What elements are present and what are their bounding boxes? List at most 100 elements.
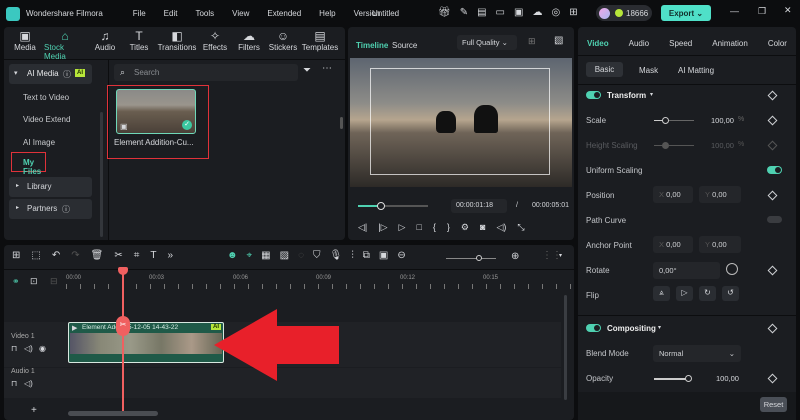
- speaker-icon[interactable]: ◁): [24, 379, 33, 388]
- sidebar-library[interactable]: ▸ Library: [9, 177, 92, 197]
- anchor-x-input[interactable]: X 0,00: [653, 236, 693, 253]
- tool-stock-media[interactable]: ⌂ Stock Media: [44, 29, 86, 61]
- volume-icon[interactable]: ◁): [496, 222, 506, 233]
- flip-horizontal-icon[interactable]: ▷: [676, 286, 693, 301]
- path-curve-toggle[interactable]: [767, 216, 782, 223]
- image-icon[interactable]: ▨: [280, 250, 289, 261]
- group-icon[interactable]: ⊡: [30, 276, 38, 287]
- reset-button[interactable]: Reset: [760, 397, 787, 412]
- media-item[interactable]: ▣ ✓ Element Addition-Cu...: [107, 85, 209, 159]
- minimize-icon[interactable]: —: [730, 6, 739, 16]
- eye-icon[interactable]: ◉: [39, 344, 46, 353]
- time-ruler[interactable]: 00:00 00:03 00:06 00:09 00:12 00:15: [66, 272, 571, 292]
- flip-vertical-icon[interactable]: ⩓: [653, 286, 670, 301]
- video-preview[interactable]: [350, 58, 572, 187]
- speed-icon[interactable]: ◌: [298, 250, 304, 261]
- tool-templates[interactable]: ▤ Templates: [302, 29, 338, 61]
- replace-icon[interactable]: ⧉: [363, 250, 370, 261]
- ungroup-icon[interactable]: ⊟: [50, 276, 58, 287]
- prev-frame-icon[interactable]: ◁|: [358, 222, 367, 233]
- rotate-right-icon[interactable]: ↻: [699, 286, 716, 301]
- tool-titles[interactable]: T Titles: [124, 29, 154, 61]
- cut-icon[interactable]: ✂: [114, 250, 122, 261]
- tool-stickers[interactable]: ☺ Stickers: [268, 29, 298, 61]
- feedback-icon[interactable]: ✎: [460, 7, 468, 18]
- rotate-dial[interactable]: [726, 263, 738, 275]
- rotate-input[interactable]: 0,00°: [653, 262, 720, 279]
- tab-source[interactable]: Source: [392, 41, 417, 50]
- lock-icon[interactable]: ⊓: [11, 344, 17, 353]
- menu-file[interactable]: File: [133, 9, 146, 18]
- more-tools-icon[interactable]: »: [167, 250, 173, 261]
- keyframe-icon[interactable]: [767, 323, 778, 334]
- export-button[interactable]: Export ⌄: [661, 5, 711, 21]
- notes-icon[interactable]: ▤: [477, 7, 486, 18]
- tab-audio[interactable]: Audio: [629, 39, 649, 48]
- sidebar-ai-media[interactable]: ▾ AI Media ⓘ AI: [9, 64, 92, 84]
- credits-badge[interactable]: 18666: [596, 5, 652, 21]
- add-track-icon[interactable]: +: [31, 405, 37, 416]
- zoom-in-icon[interactable]: ⊕: [511, 251, 519, 262]
- position-x-input[interactable]: X 0,00: [653, 186, 693, 203]
- speaker-icon[interactable]: ◁): [24, 344, 33, 353]
- layout-icon[interactable]: ▭: [496, 7, 505, 18]
- tab-animation[interactable]: Animation: [712, 39, 748, 48]
- horizontal-scrollbar[interactable]: [68, 411, 158, 416]
- marker-icon[interactable]: ▦: [261, 250, 270, 261]
- tab-timeline[interactable]: Timeline: [356, 41, 388, 50]
- uniform-scaling-toggle[interactable]: [767, 166, 782, 174]
- next-frame-icon[interactable]: |▷: [378, 222, 387, 233]
- redo-icon[interactable]: ↷: [71, 250, 79, 261]
- link-icon[interactable]: ⚭: [12, 276, 20, 287]
- playback-slider[interactable]: [358, 202, 428, 210]
- media-scrollbar[interactable]: [340, 117, 343, 129]
- transform-toggle[interactable]: [586, 91, 601, 99]
- scale-slider[interactable]: [654, 117, 694, 124]
- split-scissors-icon[interactable]: ✂: [116, 316, 130, 336]
- sidebar-item-ai-image[interactable]: AI Image: [23, 138, 55, 147]
- gift-icon[interactable]: 🎁︎: [438, 7, 451, 18]
- text-icon[interactable]: T: [150, 250, 156, 261]
- sidebar-item-video-extend[interactable]: Video Extend: [23, 115, 70, 124]
- subtab-ai-matting[interactable]: AI Matting: [678, 66, 714, 75]
- menu-tools[interactable]: Tools: [195, 9, 214, 18]
- mark-in-icon[interactable]: {: [433, 222, 436, 233]
- tab-video[interactable]: Video: [587, 39, 609, 48]
- tool-media[interactable]: ▣ Media: [10, 29, 40, 61]
- menu-edit[interactable]: Edit: [164, 9, 178, 18]
- camera-icon[interactable]: ◙: [480, 222, 485, 233]
- sidebar-item-my-files[interactable]: My Files: [11, 152, 46, 176]
- support-icon[interactable]: ◎: [551, 7, 560, 18]
- zoom-slider[interactable]: [446, 255, 496, 261]
- menu-help[interactable]: Help: [319, 9, 335, 18]
- shield-icon[interactable]: ⛉: [313, 250, 321, 261]
- select-tool-icon[interactable]: ⬚: [31, 250, 40, 261]
- menu-view[interactable]: View: [232, 9, 249, 18]
- settings-icon[interactable]: ⚙: [461, 222, 469, 233]
- anchor-y-input[interactable]: Y 0,00: [699, 236, 741, 253]
- snapshot-icon[interactable]: ▧: [554, 35, 563, 46]
- keyframe-icon[interactable]: [767, 115, 778, 126]
- tool-transitions[interactable]: ◧ Transitions: [158, 29, 197, 61]
- mark-out-icon[interactable]: }: [447, 222, 450, 233]
- layout-grid-icon[interactable]: ⊞: [12, 250, 20, 261]
- stop-icon[interactable]: □: [416, 222, 421, 233]
- fullscreen-icon[interactable]: ⤡: [517, 222, 524, 233]
- playhead[interactable]: [122, 267, 124, 415]
- keyframe-icon[interactable]: [767, 190, 778, 201]
- compositing-toggle[interactable]: [586, 324, 601, 332]
- restore-icon[interactable]: ❐: [758, 6, 766, 17]
- sidebar-item-text-to-video[interactable]: Text to Video: [23, 93, 69, 102]
- keyframe-icon[interactable]: [767, 373, 778, 384]
- search-input[interactable]: ⌕ Search: [114, 64, 298, 81]
- position-y-input[interactable]: Y 0,00: [699, 186, 741, 203]
- video-clip[interactable]: ▶ Element Add...25-12-05 14-43-22 AI: [68, 322, 224, 363]
- lock-icon[interactable]: ⊓: [11, 379, 17, 388]
- tool-audio[interactable]: ♫ Audio: [90, 29, 120, 61]
- blend-mode-dropdown[interactable]: Normal ⌄: [653, 345, 741, 362]
- cloud-icon[interactable]: ☁: [532, 7, 542, 18]
- microphone-icon[interactable]: 🎙︎: [330, 250, 343, 261]
- zoom-out-icon[interactable]: ⊖: [397, 250, 405, 261]
- vertical-scrollbar[interactable]: [564, 295, 567, 400]
- delete-icon[interactable]: 🗑︎: [91, 250, 104, 261]
